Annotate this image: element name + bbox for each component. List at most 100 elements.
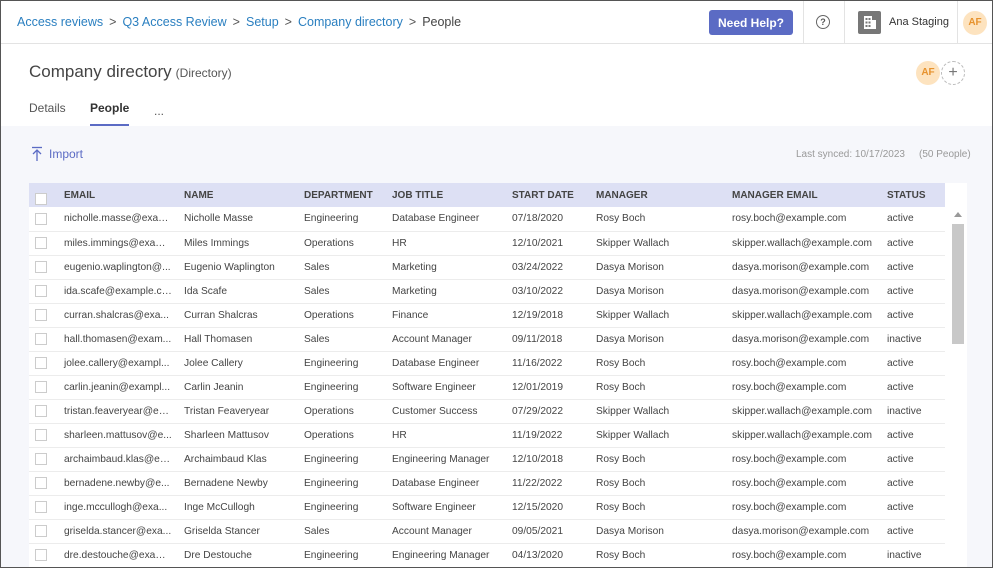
start-date-cell: 07/29/2022 (512, 405, 563, 417)
column-header-name[interactable]: NAME (178, 183, 298, 207)
column-header-manager[interactable]: MANAGER (590, 183, 726, 207)
row-select-cell (29, 207, 58, 231)
select-all-checkbox[interactable] (35, 193, 47, 205)
table-row[interactable]: jolee.callery@exampl... Jolee Callery Engi… (29, 351, 945, 375)
job-title-cell: Software Engineer (392, 381, 476, 393)
table-row[interactable]: bernadene.newby@e... Bernadene Newby Engin… (29, 471, 945, 495)
row-checkbox[interactable] (35, 501, 47, 513)
table-row[interactable]: archaimbaud.klas@ex... Archaimbaud Klas En… (29, 447, 945, 471)
name-cell: Curran Shalcras (184, 309, 258, 321)
start-date-cell: 11/16/2022 (512, 357, 563, 369)
table-row[interactable]: nicholle.masse@exam... Nicholle Masse Engi… (29, 207, 945, 231)
email-cell: sharleen.mattusov@e... (64, 429, 172, 441)
manager-email-cell: rosy.boch@example.com (732, 549, 847, 561)
table-row[interactable]: miles.immings@exam... Miles Immings Operat… (29, 231, 945, 255)
table-row[interactable]: carlin.jeanin@exampl... Carlin Jeanin Engi… (29, 375, 945, 399)
manager-cell: Dasya Morison (596, 525, 664, 537)
email-cell: eugenio.waplington@... (64, 261, 171, 273)
start-date-cell: 12/15/2020 (512, 501, 563, 513)
breadcrumb-access-reviews[interactable]: Access reviews (17, 15, 103, 29)
column-header-department[interactable]: DEPARTMENT (298, 183, 386, 207)
breadcrumb-separator: > (408, 15, 417, 29)
column-header-job-title[interactable]: JOB TITLE (386, 183, 506, 207)
row-checkbox[interactable] (35, 477, 47, 489)
start-date-cell: 11/22/2022 (512, 477, 563, 489)
row-checkbox[interactable] (35, 453, 47, 465)
manager-email-cell: dasya.morison@example.com (732, 525, 870, 537)
breadcrumb-company-directory[interactable]: Company directory (298, 15, 403, 29)
row-checkbox[interactable] (35, 525, 47, 537)
breadcrumb-setup[interactable]: Setup (246, 15, 279, 29)
tab-people[interactable]: People (90, 101, 130, 126)
table-row[interactable]: inge.mccullogh@exa... Inge McCullogh Engin… (29, 495, 945, 519)
owner-avatar[interactable]: AF (916, 61, 940, 85)
table-row[interactable]: tristan.feaveryear@ex... Tristan Feaverye… (29, 399, 945, 423)
tab-details[interactable]: Details (29, 101, 66, 126)
job-title-cell: HR (392, 237, 407, 249)
row-select-cell (29, 447, 58, 471)
table-row[interactable]: eugenio.waplington@... Eugenio Waplington… (29, 255, 945, 279)
table-row[interactable]: sharleen.mattusov@e... Sharleen Mattusov O… (29, 423, 945, 447)
row-checkbox[interactable] (35, 285, 47, 297)
manager-cell: Rosy Boch (596, 477, 646, 489)
table-row[interactable]: dre.destouche@exam... Dre Destouche Engine… (29, 543, 945, 567)
row-checkbox[interactable] (35, 381, 47, 393)
upload-icon (32, 146, 42, 161)
row-checkbox[interactable] (35, 429, 47, 441)
people-grid: EMAIL NAME DEPARTMENT JOB TITLE START DA… (29, 183, 945, 567)
help-icon[interactable]: ? (816, 15, 830, 29)
manager-email-cell: skipper.wallach@example.com (732, 237, 873, 249)
column-header-manager-email[interactable]: MANAGER EMAIL (726, 183, 881, 207)
row-checkbox[interactable] (35, 357, 47, 369)
import-button[interactable]: Import (31, 146, 83, 162)
row-select-cell (29, 543, 58, 567)
manager-cell: Rosy Boch (596, 501, 646, 513)
manager-email-cell: dasya.morison@example.com (732, 261, 870, 273)
start-date-cell: 11/19/2022 (512, 429, 563, 441)
row-select-cell (29, 399, 58, 423)
name-cell: Hall Thomasen (184, 333, 253, 345)
add-owner-button[interactable]: + (941, 61, 965, 85)
select-all-cell (29, 183, 58, 207)
scrollbar-thumb[interactable] (952, 224, 964, 344)
table-body: nicholle.masse@exam... Nicholle Masse Engi… (29, 207, 945, 567)
vertical-scrollbar[interactable] (945, 207, 967, 567)
manager-cell: Rosy Boch (596, 453, 646, 465)
column-header-email[interactable]: EMAIL (58, 183, 178, 207)
table-row[interactable]: hall.thomasen@exam... Hall Thomasen Sales A… (29, 327, 945, 351)
row-checkbox[interactable] (35, 333, 47, 345)
department-cell: Engineering (304, 453, 359, 465)
row-select-cell (29, 327, 58, 351)
row-checkbox[interactable] (35, 237, 47, 249)
row-checkbox[interactable] (35, 405, 47, 417)
email-cell: griselda.stancer@exa... (64, 525, 172, 537)
page-subtitle: (Directory) (175, 66, 232, 80)
column-header-start-date[interactable]: START DATE (506, 183, 590, 207)
manager-email-cell: skipper.wallach@example.com (732, 429, 873, 441)
row-checkbox[interactable] (35, 261, 47, 273)
scroll-up-arrow-icon[interactable] (954, 212, 962, 217)
start-date-cell: 03/10/2022 (512, 285, 563, 297)
manager-cell: Dasya Morison (596, 285, 664, 297)
column-header-status[interactable]: STATUS (881, 183, 945, 207)
start-date-cell: 12/10/2018 (512, 453, 563, 465)
row-select-cell (29, 231, 58, 255)
breadcrumb-q3-access-review[interactable]: Q3 Access Review (122, 15, 226, 29)
table-row[interactable]: curran.shalcras@exa... Curran Shalcras Ope… (29, 303, 945, 327)
org-name[interactable]: Ana Staging (889, 16, 949, 28)
name-cell: Carlin Jeanin (184, 381, 244, 393)
app-window: Access reviews > Q3 Access Review > Setu… (0, 0, 993, 568)
row-checkbox[interactable] (35, 549, 47, 561)
email-cell: miles.immings@exam... (64, 237, 173, 249)
user-avatar[interactable]: AF (963, 11, 987, 35)
people-table: EMAIL NAME DEPARTMENT JOB TITLE START DA… (29, 183, 967, 567)
row-select-cell (29, 519, 58, 543)
building-icon[interactable] (858, 11, 881, 34)
table-row[interactable]: ida.scafe@example.co... Ida Scafe Sales Mar… (29, 279, 945, 303)
name-cell: Eugenio Waplington (184, 261, 275, 273)
row-checkbox[interactable] (35, 212, 47, 225)
table-row[interactable]: griselda.stancer@exa... Griselda Stancer S… (29, 519, 945, 543)
need-help-button[interactable]: Need Help? (709, 10, 793, 35)
row-checkbox[interactable] (35, 309, 47, 321)
start-date-cell: 07/18/2020 (512, 213, 563, 225)
